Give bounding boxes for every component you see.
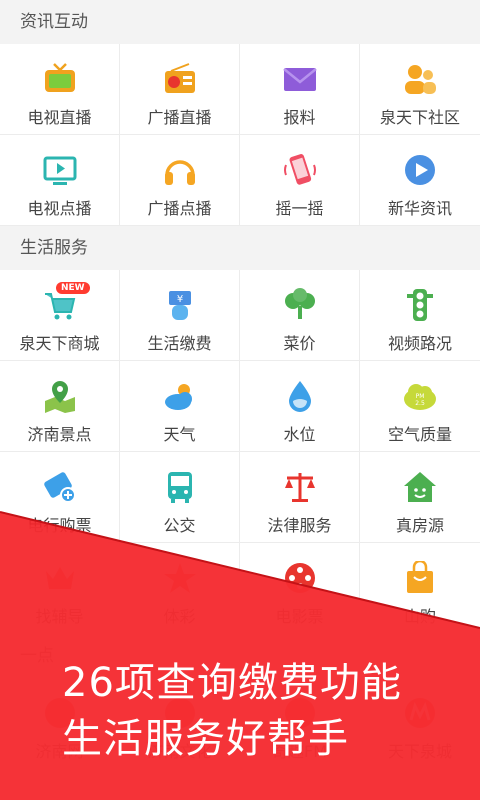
pm25-cloud-icon: PM2.5 — [404, 384, 436, 410]
services-grid: NEW 泉天下商城 ¥ 生活缴费 菜价 视频路况 济南景点 天气 水位 PM 2.… — [0, 270, 480, 634]
tv-icon — [45, 63, 75, 92]
section-header-services: 生活服务 — [0, 226, 480, 270]
tile-label: 广播直播 — [147, 108, 212, 127]
headphones-icon — [165, 160, 195, 185]
tile-label: 电视直播 — [27, 108, 92, 127]
play-circle-icon — [405, 155, 435, 185]
tile-radio-vod[interactable]: 广播点播 — [120, 135, 240, 226]
lottery-star-icon — [164, 563, 196, 593]
ticket-icon — [44, 472, 76, 503]
tile-tv-live[interactable]: 电视直播 — [0, 44, 120, 135]
svg-text:PM: PM — [416, 393, 425, 400]
tile-weather[interactable]: 天气 — [120, 361, 240, 452]
tile-label: 空气质量 — [387, 425, 452, 444]
tile-label: 生活缴费 — [147, 334, 212, 353]
tile-label: 泉天下社区 — [379, 108, 460, 127]
tile-label: 电行购票 — [27, 516, 92, 535]
shopping-bag-icon — [407, 561, 433, 593]
tile-label: 泉天下商城 — [19, 334, 100, 353]
promo-line-1: 26项查询缴费功能 — [62, 660, 402, 706]
tile-label: 法律服务 — [267, 516, 332, 535]
vegetable-icon — [285, 288, 315, 319]
svg-text:¥: ¥ — [177, 294, 183, 305]
svg-text:2.5: 2.5 — [415, 400, 425, 407]
tile-label: 公交 — [163, 516, 196, 535]
tile-label: 真房源 — [395, 516, 444, 535]
radio-icon — [165, 63, 195, 93]
tile-community[interactable]: 泉天下社区 — [360, 44, 480, 135]
tile-label: 天气 — [163, 425, 196, 444]
promo-line-2: 生活服务好帮手 — [62, 716, 349, 762]
tile-tv-vod[interactable]: 电视点播 — [0, 135, 120, 226]
envelope-icon — [283, 68, 317, 91]
tile-tutor[interactable]: 找辅导 — [0, 543, 120, 634]
tile-scenic[interactable]: 济南景点 — [0, 361, 120, 452]
tile-label: 天下泉城 — [387, 742, 452, 761]
tile-lottery[interactable]: 体彩 — [120, 543, 240, 634]
film-reel-icon — [285, 563, 315, 593]
water-drop-icon — [289, 381, 311, 412]
tile-xinhua[interactable]: 新华资讯 — [360, 135, 480, 226]
tile-label: 摇一摇 — [275, 199, 324, 218]
tile-traffic[interactable]: 视频路况 — [360, 270, 480, 361]
tile-veg-price[interactable]: 菜价 — [240, 270, 360, 361]
tile-label: 找辅导 — [35, 607, 84, 626]
tv-play-icon — [43, 156, 77, 185]
tile-label: 电影票 — [275, 607, 324, 626]
tile-mall[interactable]: NEW 泉天下商城 — [0, 270, 120, 361]
tile-label: 菜价 — [283, 334, 316, 353]
tile-label: 广播点播 — [147, 199, 212, 218]
tile-air-quality[interactable]: PM 2.5 空气质量 — [360, 361, 480, 452]
tile-shake[interactable]: 摇一摇 — [240, 135, 360, 226]
house-icon — [404, 472, 436, 502]
tile-label: 视频路况 — [387, 334, 452, 353]
shake-phone-icon — [284, 154, 316, 185]
tile-label: 电视点播 — [27, 199, 92, 218]
tile-label: 体彩 — [163, 607, 196, 626]
community-icon — [405, 65, 436, 94]
tile-shangou[interactable]: 山购 — [360, 543, 480, 634]
bus-icon — [168, 472, 192, 503]
crown-icon — [46, 567, 74, 589]
tile-label: 新华资讯 — [387, 199, 452, 218]
tile-label: 报料 — [283, 108, 316, 127]
tile-label: 水位 — [283, 425, 316, 444]
tile-report[interactable]: 报料 — [240, 44, 360, 135]
section-header-news: 资讯互动 — [0, 0, 480, 44]
tile-water-level[interactable]: 水位 — [240, 361, 360, 452]
tile-legal[interactable]: 法律服务 — [240, 452, 360, 543]
tile-radio-live[interactable]: 广播直播 — [120, 44, 240, 135]
new-badge: NEW — [56, 282, 90, 294]
weather-icon — [165, 384, 192, 410]
tile-real-estate[interactable]: 真房源 — [360, 452, 480, 543]
tile-bus[interactable]: 公交 — [120, 452, 240, 543]
tianxia-icon — [405, 698, 435, 728]
map-pin-icon — [45, 381, 75, 413]
tile-label: 山购 — [403, 607, 436, 626]
bill-payment-icon: ¥ — [169, 291, 191, 320]
tile-bill-pay[interactable]: ¥ 生活缴费 — [120, 270, 240, 361]
scales-icon — [285, 473, 315, 502]
tile-movie[interactable]: 电影票 — [240, 543, 360, 634]
news-grid: 电视直播 广播直播 报料 泉天下社区 电视点播 广播点播 摇一摇 新华资讯 — [0, 44, 480, 226]
tile-label: 济南景点 — [27, 425, 92, 444]
tile-ticket[interactable]: 电行购票 — [0, 452, 120, 543]
traffic-light-icon — [407, 289, 433, 321]
